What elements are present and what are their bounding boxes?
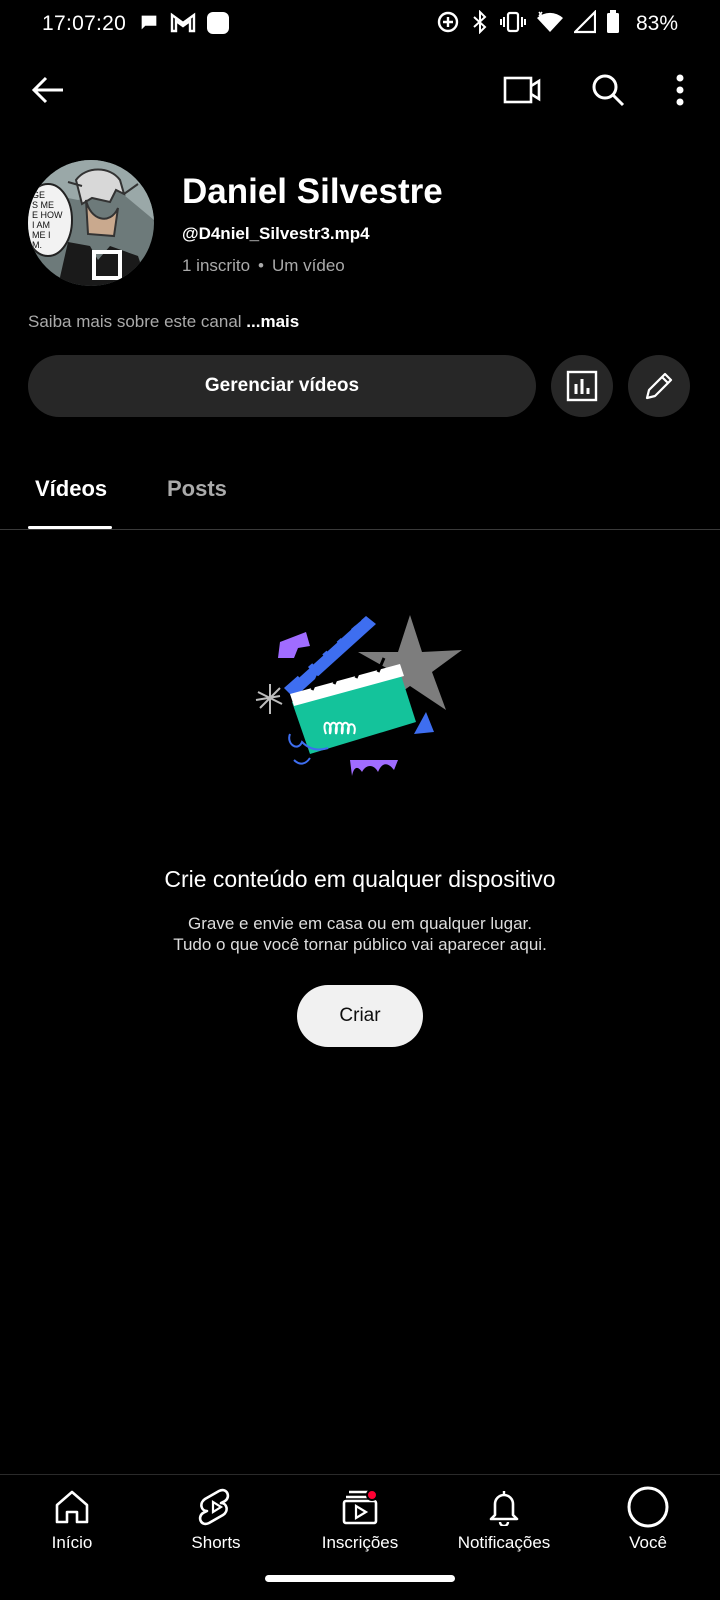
home-indicator[interactable] — [265, 1575, 455, 1582]
stats-separator: • — [258, 256, 264, 275]
nav-label-home: Início — [51, 1533, 93, 1552]
back-arrow-icon — [31, 76, 63, 104]
empty-state-line-1: Grave e envie em casa ou em qualquer lug… — [188, 914, 532, 933]
edit-channel-button[interactable] — [628, 355, 690, 417]
app-notification-icon — [207, 12, 229, 34]
empty-state-title: Crie conteúdo em qualquer dispositivo — [164, 866, 556, 892]
nav-item-subscriptions[interactable]: Inscrições — [288, 1485, 432, 1553]
empty-state-line-2: Tudo o que você tornar público vai apare… — [173, 935, 547, 954]
analytics-button[interactable] — [551, 355, 613, 417]
more-options-button[interactable] — [656, 66, 704, 114]
active-tab-indicator — [28, 526, 112, 529]
battery-level: 83% — [635, 12, 678, 35]
data-saver-icon — [437, 11, 459, 33]
shorts-icon — [194, 1485, 238, 1529]
subscriber-count: 1 inscrito — [182, 256, 251, 275]
nav-item-you[interactable]: Você — [576, 1485, 720, 1553]
channel-stats: 1 inscrito • Um vídeo — [182, 256, 345, 276]
nav-item-notifications[interactable]: Notificações — [432, 1485, 576, 1553]
subscriptions-icon — [338, 1485, 382, 1529]
chat-notification-icon — [141, 15, 157, 30]
subscriptions-badge — [366, 1489, 378, 1501]
search-icon — [592, 74, 625, 107]
channel-handle: @D4niel_Silvestr3.mp4 — [182, 224, 370, 243]
gmail-icon — [170, 12, 196, 33]
home-icon — [50, 1485, 94, 1529]
nav-label-you: Você — [629, 1533, 667, 1552]
channel-about-link[interactable]: Saiba mais sobre este canal ...mais — [28, 312, 299, 332]
status-time: 17:07:20 — [42, 12, 127, 35]
more-vert-icon — [676, 74, 684, 106]
signal-icon — [574, 10, 596, 34]
clapperboard-illustration — [255, 615, 462, 776]
channel-name: Daniel Silvestre — [182, 172, 443, 211]
bluetooth-icon — [473, 10, 487, 34]
tab-videos[interactable]: Vídeos — [35, 476, 107, 502]
tab-posts[interactable]: Posts — [167, 476, 227, 502]
back-button[interactable] — [24, 66, 72, 114]
channel-tabs: Vídeos Posts — [0, 448, 720, 530]
about-text: Saiba mais sobre este canal — [28, 312, 242, 331]
cast-button[interactable] — [498, 66, 546, 114]
manage-videos-button[interactable]: Gerenciar vídeos — [28, 355, 536, 417]
analytics-icon — [566, 370, 598, 402]
nav-label-shorts: Shorts — [191, 1533, 241, 1552]
avatar-image: GE S ME E HOW I AM ME I M. — [28, 160, 154, 286]
nav-item-shorts[interactable]: Shorts — [144, 1485, 288, 1553]
top-bar — [0, 62, 720, 118]
status-bar: 17:07:20 83% — [0, 0, 720, 48]
video-camera-icon — [503, 76, 541, 104]
battery-icon — [607, 10, 619, 33]
profile-icon — [626, 1485, 670, 1529]
video-count: Um vídeo — [271, 256, 345, 275]
nav-label-subscriptions: Inscrições — [321, 1533, 399, 1552]
pencil-icon — [645, 372, 673, 400]
create-button[interactable]: Criar — [297, 985, 423, 1047]
vibrate-icon — [500, 11, 526, 33]
nav-label-notifications: Notificações — [457, 1533, 551, 1552]
channel-avatar[interactable]: GE S ME E HOW I AM ME I M. — [28, 160, 154, 286]
about-more-link[interactable]: ...mais — [246, 312, 299, 331]
nav-item-home[interactable]: Início — [0, 1485, 144, 1553]
bell-icon — [482, 1485, 526, 1529]
search-button[interactable] — [584, 66, 632, 114]
wifi-icon — [537, 11, 563, 32]
